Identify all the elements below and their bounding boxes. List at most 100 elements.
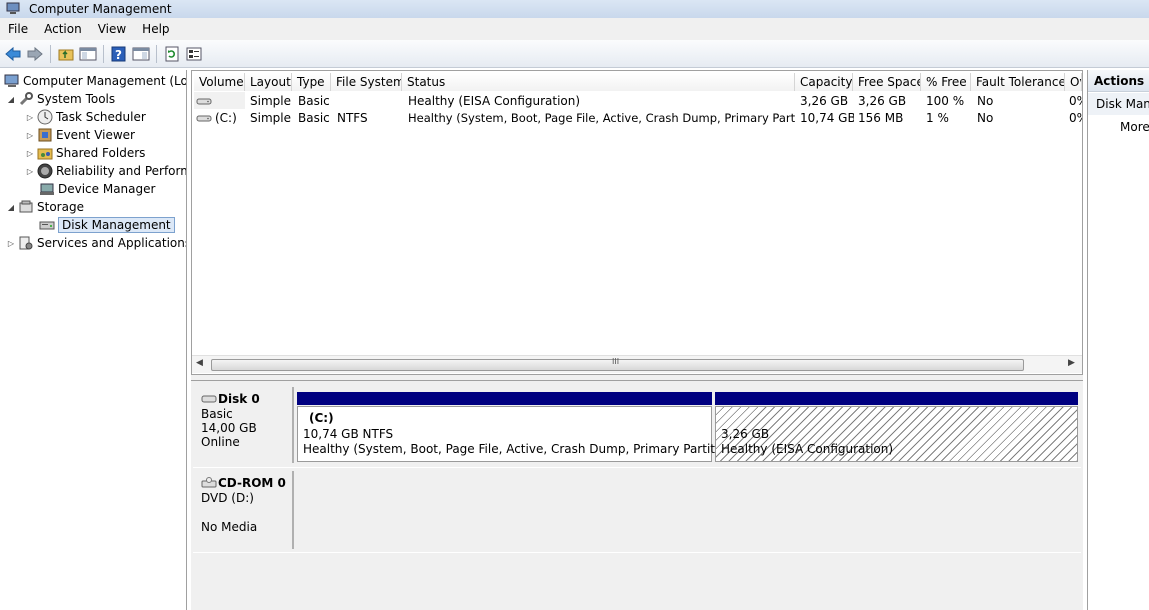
- table-row[interactable]: (C:): [194, 109, 245, 126]
- disk-type: DVD (D:): [201, 491, 254, 505]
- toolbar: ?: [0, 40, 1149, 68]
- scroll-grip: III: [612, 357, 620, 366]
- column-header-volume[interactable]: Volume: [194, 73, 245, 91]
- cell-file-system: NTFS: [337, 110, 368, 125]
- tree-item-label: Device Manager: [58, 182, 156, 196]
- refresh-icon[interactable]: [162, 44, 182, 64]
- column-header-capacity[interactable]: Capacity: [795, 73, 853, 91]
- tree-item-label: Storage: [37, 200, 84, 214]
- tree-item-computer-management[interactable]: Computer Management (Local: [2, 72, 186, 90]
- menu-bar: File Action View Help: [0, 18, 1149, 40]
- computer-icon: [4, 73, 20, 89]
- cell-percent-free: 1 %: [926, 110, 949, 125]
- column-header-free-space[interactable]: Free Space: [853, 73, 921, 91]
- disk-0-info[interactable]: Disk 0 Basic 14,00 GB Online: [193, 387, 294, 463]
- disk-name: CD-ROM 0: [218, 476, 286, 490]
- cell-percent-free: 100 %: [926, 93, 965, 108]
- more-actions-label: More: [1120, 120, 1149, 134]
- tree-item-label: Services and Applications: [37, 236, 187, 250]
- column-header-overhead[interactable]: Ov: [1065, 73, 1082, 91]
- tree-item-label: Disk Management: [58, 217, 175, 233]
- tree-item-task-scheduler[interactable]: ▷ Task Scheduler: [25, 108, 146, 126]
- help-icon[interactable]: ?: [109, 44, 129, 64]
- forward-arrow-icon[interactable]: [25, 44, 45, 64]
- partition-size: 10,74 GB NTFS: [303, 427, 394, 441]
- column-header-fault-tolerance[interactable]: Fault Tolerance: [971, 73, 1065, 91]
- disk-size: 14,00 GB: [201, 421, 257, 435]
- cell-free-space: 3,26 GB: [858, 93, 907, 108]
- tree-item-services[interactable]: ▷ Services and Applications: [6, 234, 187, 252]
- back-arrow-icon[interactable]: [3, 44, 23, 64]
- scrollbar-thumb[interactable]: III: [211, 357, 1024, 371]
- collapsed-triangle-icon[interactable]: ▷: [6, 239, 16, 248]
- cell-overhead: 0%: [1069, 110, 1082, 125]
- performance-icon: [37, 163, 53, 179]
- actions-section-disk-management[interactable]: Disk Management: [1088, 93, 1149, 115]
- horizontal-scrollbar[interactable]: ◀ III ▶: [192, 355, 1082, 373]
- expanded-triangle-icon[interactable]: ◢: [6, 95, 16, 104]
- column-header-percent-free[interactable]: % Free: [921, 73, 971, 91]
- menu-view[interactable]: View: [90, 22, 134, 36]
- cdrom-0-info[interactable]: CD-ROM 0 DVD (D:) No Media: [193, 471, 294, 549]
- column-header-file-system[interactable]: File System: [331, 73, 402, 91]
- show-hide-action-pane-icon[interactable]: [131, 44, 151, 64]
- cell-file-system: [337, 92, 401, 109]
- toolbar-separator: [103, 44, 104, 63]
- clock-icon: [37, 109, 53, 125]
- cell-status: Healthy (System, Boot, Page File, Active…: [408, 110, 796, 125]
- partition-size: 3,26 GB: [721, 427, 770, 441]
- column-header-type[interactable]: Type: [292, 73, 331, 91]
- partition-status: Healthy (EISA Configuration): [721, 442, 894, 456]
- services-icon: [18, 235, 34, 251]
- table-row[interactable]: [194, 92, 245, 109]
- more-actions-link[interactable]: More: [1120, 120, 1149, 134]
- collapsed-triangle-icon[interactable]: ▷: [25, 167, 35, 176]
- cell-fault-tolerance: No: [977, 110, 994, 125]
- scroll-right-icon[interactable]: ▶: [1068, 358, 1075, 368]
- tree-item-label: System Tools: [37, 92, 116, 106]
- tools-icon: [18, 91, 34, 107]
- volume-drive-icon: [196, 110, 212, 126]
- scroll-left-icon[interactable]: ◀: [196, 358, 203, 368]
- menu-action[interactable]: Action: [36, 22, 90, 36]
- shared-folder-icon: [37, 145, 53, 161]
- disk-name-row: CD-ROM 0: [201, 476, 292, 490]
- partition-c[interactable]: (C:) 10,74 GB NTFS Healthy (System, Boot…: [297, 406, 738, 462]
- up-folder-icon[interactable]: [56, 44, 76, 64]
- menu-help[interactable]: Help: [134, 22, 177, 36]
- cell-type: Basic: [298, 93, 330, 108]
- menu-file[interactable]: File: [0, 22, 36, 36]
- cell-capacity: 10,74 GB: [800, 110, 854, 125]
- expanded-triangle-icon[interactable]: ◢: [6, 203, 16, 212]
- partition-c-header-bar: [297, 392, 712, 405]
- toolbar-separator: [156, 44, 157, 63]
- tree-item-storage[interactable]: ◢ Storage: [6, 198, 84, 216]
- collapsed-triangle-icon[interactable]: ▷: [25, 113, 35, 122]
- tree-item-reliability[interactable]: ▷ Reliability and Performa: [25, 162, 187, 180]
- partition-unlabeled-header-bar: [715, 392, 1078, 405]
- disk-icon: [201, 393, 217, 405]
- column-header-status[interactable]: Status: [402, 73, 795, 91]
- tree-item-label: Event Viewer: [56, 128, 135, 142]
- disk-type: Basic: [201, 407, 233, 421]
- device-manager-icon: [39, 181, 55, 197]
- collapsed-triangle-icon[interactable]: ▷: [25, 131, 35, 140]
- actions-pane: Actions Disk Management More: [1087, 70, 1149, 610]
- window-title: Computer Management: [29, 2, 172, 16]
- tree-item-event-viewer[interactable]: ▷ Event Viewer: [25, 126, 135, 144]
- cell-capacity: 3,26 GB: [800, 93, 849, 108]
- partition-eisa[interactable]: 3,26 GB Healthy (EISA Configuration): [715, 406, 1078, 462]
- tree-item-device-manager[interactable]: Device Manager: [37, 180, 155, 198]
- properties-icon[interactable]: [184, 44, 204, 64]
- disk-name-row: Disk 0: [201, 392, 292, 406]
- tree-item-disk-management[interactable]: Disk Management: [37, 216, 175, 234]
- collapsed-triangle-icon[interactable]: ▷: [25, 149, 35, 158]
- tree-item-shared-folders[interactable]: ▷ Shared Folders: [25, 144, 145, 162]
- column-header-layout[interactable]: Layout: [245, 73, 292, 91]
- navigation-tree: Computer Management (Local ◢ System Tool…: [0, 70, 187, 610]
- tree-item-label: Reliability and Performa: [56, 164, 187, 178]
- disk-status: Online: [201, 435, 240, 449]
- show-hide-tree-icon[interactable]: [78, 44, 98, 64]
- tree-item-system-tools[interactable]: ◢ System Tools: [6, 90, 115, 108]
- event-viewer-icon: [37, 127, 53, 143]
